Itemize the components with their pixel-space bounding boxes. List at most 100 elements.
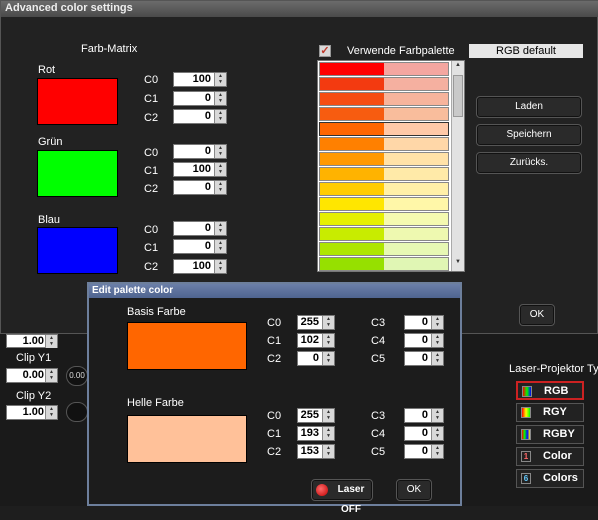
- base-c3-stepper[interactable]: 0 ▲ ▼: [404, 315, 444, 330]
- palette-row[interactable]: [319, 212, 449, 226]
- spin-arrows-icon[interactable]: ▲ ▼: [45, 335, 57, 348]
- spin-arrows-icon[interactable]: ▲ ▼: [431, 316, 443, 329]
- palette-base-cell[interactable]: [320, 93, 384, 105]
- projector-option-rgb[interactable]: RGB: [516, 381, 584, 400]
- light-c4-stepper[interactable]: 0 ▲ ▼: [404, 426, 444, 441]
- save-button[interactable]: Speichern: [476, 124, 582, 146]
- base-c2-stepper[interactable]: 0 ▲ ▼: [297, 351, 335, 366]
- palette-base-cell[interactable]: [320, 183, 384, 195]
- light-color-swatch[interactable]: [127, 415, 247, 463]
- palette-base-cell[interactable]: [320, 78, 384, 90]
- spin-arrows-icon[interactable]: ▲ ▼: [431, 445, 443, 458]
- spin-arrows-icon[interactable]: ▲ ▼: [214, 92, 226, 105]
- clip-y2-knob[interactable]: [66, 402, 88, 422]
- light-c3-stepper[interactable]: 0 ▲ ▼: [404, 408, 444, 423]
- base-c5-stepper[interactable]: 0 ▲ ▼: [404, 351, 444, 366]
- light-c5-stepper[interactable]: 0 ▲ ▼: [404, 444, 444, 459]
- palette-row[interactable]: [319, 167, 449, 181]
- palette-light-cell[interactable]: [384, 93, 448, 105]
- palette-light-cell[interactable]: [384, 213, 448, 225]
- rot-c1-stepper[interactable]: 0 ▲ ▼: [173, 91, 227, 106]
- palette-light-cell[interactable]: [384, 198, 448, 210]
- palette-base-cell[interactable]: [320, 63, 384, 75]
- top-value-stepper[interactable]: 1.00 ▲ ▼: [6, 334, 58, 348]
- spin-arrows-icon[interactable]: ▲ ▼: [322, 316, 334, 329]
- spin-arrows-icon[interactable]: ▲ ▼: [322, 352, 334, 365]
- palette-base-cell[interactable]: [320, 258, 384, 270]
- palette-row[interactable]: [319, 227, 449, 241]
- palette-base-cell[interactable]: [320, 153, 384, 165]
- palette-light-cell[interactable]: [384, 153, 448, 165]
- spin-arrows-icon[interactable]: ▲ ▼: [45, 369, 57, 382]
- rot-c0-stepper[interactable]: 100 ▲ ▼: [173, 72, 227, 87]
- palette-row[interactable]: [319, 152, 449, 166]
- projector-option-color[interactable]: 1 Color: [516, 447, 584, 466]
- spin-arrows-icon[interactable]: ▲ ▼: [431, 427, 443, 440]
- swatch-gruen[interactable]: [37, 150, 118, 197]
- base-c1-stepper[interactable]: 102 ▲ ▼: [297, 333, 335, 348]
- spin-arrows-icon[interactable]: ▲ ▼: [214, 260, 226, 273]
- light-c2-stepper[interactable]: 153 ▲ ▼: [297, 444, 335, 459]
- spin-arrows-icon[interactable]: ▲ ▼: [214, 73, 226, 86]
- palette-light-cell[interactable]: [384, 138, 448, 150]
- main-ok-button[interactable]: OK: [519, 304, 555, 326]
- reset-button[interactable]: Zurücks.: [476, 152, 582, 174]
- dialog-ok-button[interactable]: OK: [396, 479, 432, 501]
- spin-arrows-icon[interactable]: ▲ ▼: [45, 406, 57, 419]
- blau-c0-stepper[interactable]: 0 ▲ ▼: [173, 221, 227, 236]
- swatch-blau[interactable]: [37, 227, 118, 274]
- gruen-c1-stepper[interactable]: 100 ▲ ▼: [173, 162, 227, 177]
- spin-arrows-icon[interactable]: ▲ ▼: [214, 240, 226, 253]
- light-c1-stepper[interactable]: 193 ▲ ▼: [297, 426, 335, 441]
- palette-light-cell[interactable]: [384, 108, 448, 120]
- rot-c2-stepper[interactable]: 0 ▲ ▼: [173, 109, 227, 124]
- palette-row[interactable]: [319, 257, 449, 271]
- scroll-thumb[interactable]: [453, 75, 463, 117]
- palette-base-cell[interactable]: [320, 228, 384, 240]
- projector-option-rgy[interactable]: RGY: [516, 403, 584, 422]
- palette-base-cell[interactable]: [320, 138, 384, 150]
- palette-light-cell[interactable]: [384, 123, 448, 135]
- spin-arrows-icon[interactable]: ▲ ▼: [214, 145, 226, 158]
- palette-row[interactable]: [319, 137, 449, 151]
- spin-arrows-icon[interactable]: ▲ ▼: [214, 163, 226, 176]
- scroll-down-icon[interactable]: ▼: [453, 259, 463, 269]
- projector-option-colors[interactable]: 6 Colors: [516, 469, 584, 488]
- palette-base-cell[interactable]: [320, 168, 384, 180]
- palette-light-cell[interactable]: [384, 183, 448, 195]
- gruen-c2-stepper[interactable]: 0 ▲ ▼: [173, 180, 227, 195]
- spin-arrows-icon[interactable]: ▲ ▼: [214, 181, 226, 194]
- spin-arrows-icon[interactable]: ▲ ▼: [431, 409, 443, 422]
- palette-row[interactable]: [319, 242, 449, 256]
- projector-option-rgby[interactable]: RGBY: [516, 425, 584, 444]
- palette-row[interactable]: [319, 92, 449, 106]
- palette-light-cell[interactable]: [384, 168, 448, 180]
- load-button[interactable]: Laden: [476, 96, 582, 118]
- palette-base-cell[interactable]: [320, 123, 384, 135]
- palette-light-cell[interactable]: [384, 78, 448, 90]
- palette-row[interactable]: [319, 62, 449, 76]
- spin-arrows-icon[interactable]: ▲ ▼: [214, 110, 226, 123]
- palette-light-cell[interactable]: [384, 228, 448, 240]
- palette-light-cell[interactable]: [384, 243, 448, 255]
- blau-c1-stepper[interactable]: 0 ▲ ▼: [173, 239, 227, 254]
- palette-row[interactable]: [319, 197, 449, 211]
- palette-base-cell[interactable]: [320, 108, 384, 120]
- light-c0-stepper[interactable]: 255 ▲ ▼: [297, 408, 335, 423]
- spin-arrows-icon[interactable]: ▲ ▼: [322, 409, 334, 422]
- spin-arrows-icon[interactable]: ▲ ▼: [214, 222, 226, 235]
- base-c4-stepper[interactable]: 0 ▲ ▼: [404, 333, 444, 348]
- swatch-rot[interactable]: [37, 78, 118, 125]
- spin-arrows-icon[interactable]: ▲ ▼: [431, 352, 443, 365]
- clip-y1-knob[interactable]: 0.00: [66, 366, 88, 386]
- palette-row[interactable]: [319, 107, 449, 121]
- base-c0-stepper[interactable]: 255 ▲ ▼: [297, 315, 335, 330]
- clip-y2-stepper[interactable]: 1.00 ▲ ▼: [6, 405, 58, 420]
- spin-arrows-icon[interactable]: ▲ ▼: [431, 334, 443, 347]
- use-palette-checkbox[interactable]: ✓: [319, 45, 331, 57]
- palette-list[interactable]: ▲ ▼: [317, 60, 465, 272]
- base-color-swatch[interactable]: [127, 322, 247, 370]
- spin-arrows-icon[interactable]: ▲ ▼: [322, 427, 334, 440]
- spin-arrows-icon[interactable]: ▲ ▼: [322, 445, 334, 458]
- scroll-up-icon[interactable]: ▲: [453, 62, 463, 72]
